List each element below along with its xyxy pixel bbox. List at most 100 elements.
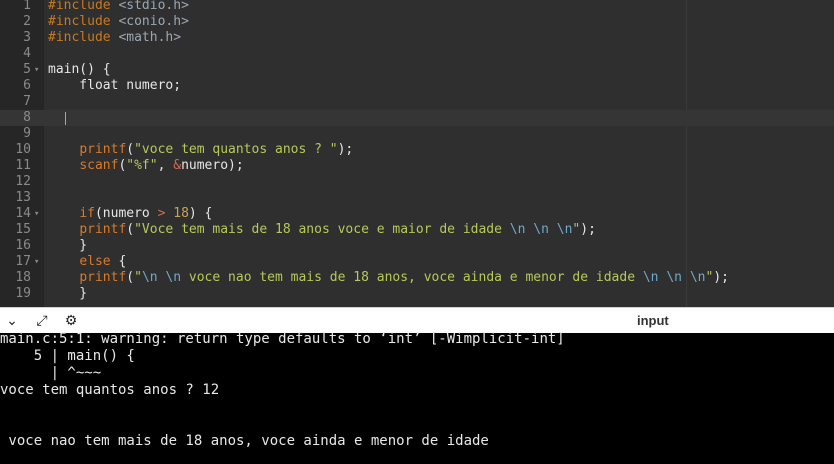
code-token: ( — [126, 142, 135, 157]
code-token: } — [48, 238, 88, 253]
code-token: main() { — [48, 62, 111, 77]
line-number: 12 — [15, 174, 31, 189]
line-number: 9 — [23, 126, 31, 141]
console-output[interactable]: main.c:5:1: warning: return type default… — [0, 331, 834, 464]
line-number: 8 — [23, 110, 31, 125]
code-token: " — [134, 270, 142, 285]
code-line[interactable]: 19 } — [0, 286, 834, 302]
code-token: else — [79, 254, 111, 269]
code-token: #include — [48, 30, 119, 45]
code-line[interactable]: 7 — [0, 94, 834, 110]
code-text: scanf("%f", &numero); — [48, 158, 244, 174]
line-number: 3 — [23, 30, 31, 45]
code-token: } — [48, 286, 88, 301]
code-line[interactable]: 5 ▾ main() { — [0, 62, 834, 78]
code-token: \n — [141, 270, 158, 285]
code-token: 18 — [173, 206, 189, 221]
code-token: { — [110, 254, 127, 269]
console-line: voce tem quantos anos ? 12 — [0, 382, 220, 398]
code-token: \n — [533, 222, 549, 237]
code-line[interactable]: 11 scanf("%f", &numero); — [0, 158, 834, 174]
code-token: numero); — [181, 158, 244, 173]
code-token: if — [79, 206, 95, 221]
code-text: printf("\n \n voce nao tem mais de 18 an… — [48, 270, 729, 286]
code-line[interactable]: 3 #include <math.h> — [0, 30, 834, 46]
code-token: printf — [79, 222, 127, 237]
line-number: 1 — [23, 0, 31, 13]
fold-toggle-icon[interactable]: ▾ — [34, 254, 39, 270]
code-line[interactable]: 9 — [0, 126, 834, 142]
code-line[interactable]: 13 — [0, 190, 834, 206]
code-text: printf("voce tem quantos anos ? "); — [48, 142, 353, 158]
code-line[interactable]: 16 } — [0, 238, 834, 254]
settings-icon[interactable]: ⚙ — [63, 313, 79, 329]
code-token: #include — [48, 14, 119, 29]
code-token: "Voce tem mais de 18 anos voce e maior d… — [134, 222, 510, 237]
code-token: , — [157, 158, 174, 173]
code-editor[interactable]: 1 #include <stdio.h> 2 #include <conio.h> 3 #… — [0, 0, 834, 307]
code-line[interactable]: 18 printf("\n \n voce nao tem mais de 18… — [0, 270, 834, 286]
code-token: "%f" — [126, 158, 158, 173]
line-number: 4 — [23, 46, 31, 61]
code-line[interactable]: 10 printf("voce tem quantos anos ? "); — [0, 142, 834, 158]
code-token: scanf — [79, 158, 119, 173]
code-token: #include — [48, 0, 119, 13]
chevron-down-icon[interactable]: ⌄ — [4, 313, 20, 329]
code-line[interactable]: 15 printf("Voce tem mais de 18 anos voce… — [0, 222, 834, 238]
code-token: ) { — [188, 206, 213, 221]
code-line[interactable]: 14 ▾ if(numero > 18) { — [0, 206, 834, 222]
fold-toggle-icon[interactable]: ▾ — [34, 62, 39, 78]
line-number: 7 — [23, 94, 31, 109]
code-token: ( — [126, 222, 135, 237]
expand-icon[interactable]: ⤢ — [34, 313, 50, 329]
code-token: <math.h> — [118, 30, 182, 45]
console-line: main.c:5:1: warning: return type default… — [0, 331, 565, 347]
code-line[interactable]: 6 float numero; — [0, 78, 834, 94]
code-text: #include <conio.h> — [48, 14, 189, 30]
code-line[interactable]: 4 — [0, 46, 834, 62]
line-number: 15 — [15, 222, 31, 237]
line-number: 16 — [15, 238, 31, 253]
code-token: & — [173, 158, 182, 173]
code-token: ( — [126, 270, 135, 285]
line-number: 19 — [15, 286, 31, 301]
code-text: #include <stdio.h> — [48, 0, 189, 14]
line-number: 2 — [23, 14, 31, 29]
code-token: voce nao tem mais de 18 anos, voce ainda… — [181, 270, 643, 285]
code-token: printf — [79, 142, 127, 157]
code-token: <stdio.h> — [118, 0, 189, 13]
code-line[interactable]: 17 ▾ else { — [0, 254, 834, 270]
code-text: } — [48, 238, 87, 254]
code-text: } — [48, 286, 87, 302]
code-line[interactable]: 1 #include <stdio.h> — [0, 0, 834, 14]
code-token: \n — [689, 270, 706, 285]
console-line: 5 | main() { — [0, 348, 135, 364]
console-toolbar: ⌄ ⤢ ⚙ input — [0, 307, 834, 334]
line-number: 6 — [23, 78, 31, 93]
code-line[interactable]: 2 #include <conio.h> — [0, 14, 834, 30]
line-number: 11 — [15, 158, 31, 173]
line-number: 5 — [23, 62, 31, 77]
code-token: ); — [580, 222, 596, 237]
fold-toggle-icon[interactable]: ▾ — [34, 206, 39, 222]
code-text: #include <math.h> — [48, 30, 181, 46]
line-number: 10 — [15, 142, 31, 157]
code-text: printf("Voce tem mais de 18 anos voce e … — [48, 222, 596, 238]
line-number: 13 — [15, 190, 31, 205]
code-token: \n — [165, 270, 182, 285]
console-line: | ^~~~ — [0, 365, 102, 381]
code-text: main() { — [48, 62, 111, 78]
code-token: \n — [642, 270, 659, 285]
code-token: printf — [79, 270, 127, 285]
console-line: voce nao tem mais de 18 anos, voce ainda… — [0, 433, 489, 449]
text-cursor — [65, 112, 66, 125]
code-line[interactable]: 8 — [0, 110, 834, 126]
code-text: float numero; — [48, 78, 181, 94]
code-line[interactable]: 12 — [0, 174, 834, 190]
